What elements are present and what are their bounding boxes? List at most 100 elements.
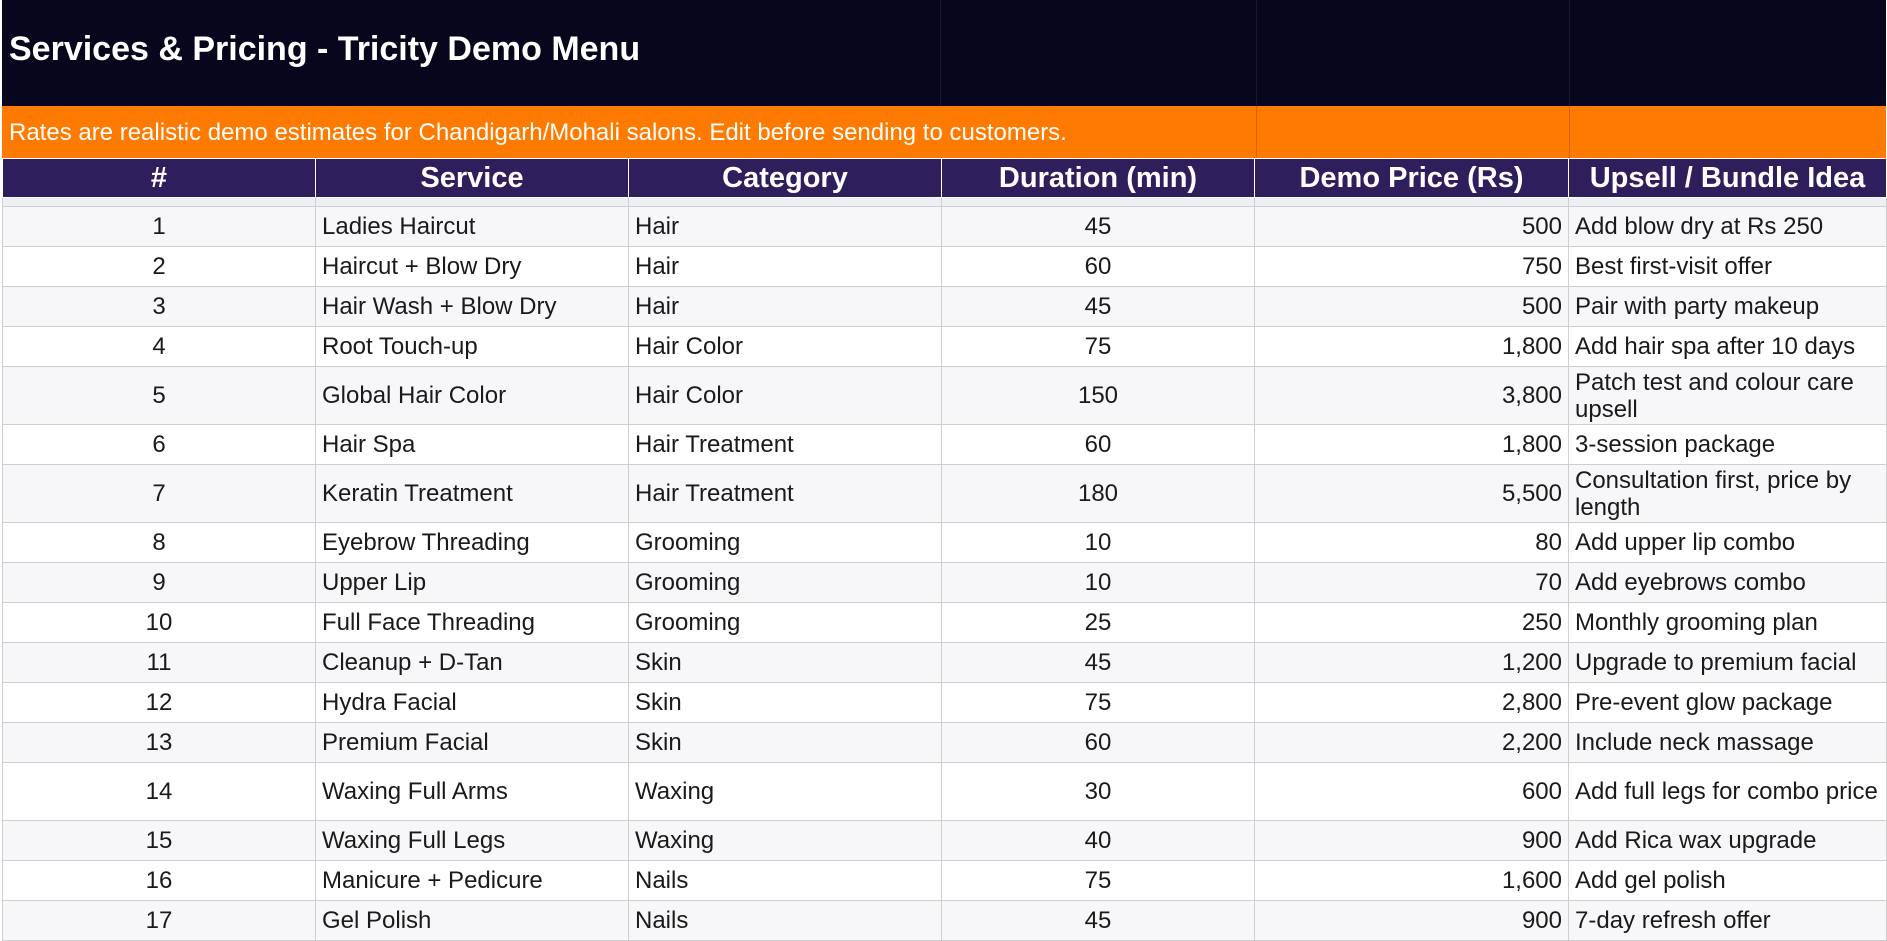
cell-service[interactable]: Eyebrow Threading (315, 522, 629, 563)
cell-service[interactable]: Ladies Haircut (315, 206, 629, 247)
cell-service[interactable]: Waxing Full Arms (315, 762, 629, 821)
cell-price[interactable]: 3,800 (1254, 366, 1569, 425)
column-header-duration[interactable]: Duration (min) (941, 158, 1255, 198)
cell-duration[interactable]: 60 (941, 246, 1255, 287)
cell-number[interactable]: 3 (2, 286, 316, 327)
cell-number[interactable]: 1 (2, 206, 316, 247)
cell-category[interactable]: Nails (628, 900, 942, 941)
cell-service[interactable]: Gel Polish (315, 900, 629, 941)
cell-number[interactable]: 14 (2, 762, 316, 821)
cell-upsell-idea[interactable]: Include neck massage (1568, 722, 1887, 763)
cell-duration[interactable]: 150 (941, 366, 1255, 425)
cell-duration[interactable]: 45 (941, 286, 1255, 327)
cell-service[interactable]: Root Touch-up (315, 326, 629, 367)
column-header-service[interactable]: Service (315, 158, 629, 198)
cell-price[interactable]: 2,800 (1254, 682, 1569, 723)
cell-upsell-idea[interactable]: Add upper lip combo (1568, 522, 1887, 563)
spacer-cell[interactable] (315, 197, 629, 207)
cell-upsell-idea[interactable]: Add eyebrows combo (1568, 562, 1887, 603)
cell-number[interactable]: 5 (2, 366, 316, 425)
cell-price[interactable]: 1,800 (1254, 424, 1569, 465)
cell-number[interactable]: 4 (2, 326, 316, 367)
cell-upsell-idea[interactable]: Upgrade to premium facial (1568, 642, 1887, 683)
cell-price[interactable]: 900 (1254, 900, 1569, 941)
cell-price[interactable]: 750 (1254, 246, 1569, 287)
cell-duration[interactable]: 10 (941, 522, 1255, 563)
cell-number[interactable]: 11 (2, 642, 316, 683)
spacer-cell[interactable] (2, 197, 316, 207)
cell-number[interactable]: 13 (2, 722, 316, 763)
cell-category[interactable]: Hair Treatment (628, 464, 942, 523)
cell-price[interactable]: 500 (1254, 206, 1569, 247)
cell-category[interactable]: Skin (628, 722, 942, 763)
cell-duration[interactable]: 75 (941, 326, 1255, 367)
cell-price[interactable]: 1,800 (1254, 326, 1569, 367)
cell-category[interactable]: Waxing (628, 762, 942, 821)
column-header-category[interactable]: Category (628, 158, 942, 198)
cell-duration[interactable]: 30 (941, 762, 1255, 821)
column-header-number[interactable]: # (2, 158, 316, 198)
cell-price[interactable]: 70 (1254, 562, 1569, 603)
cell-service[interactable]: Keratin Treatment (315, 464, 629, 523)
cell-category[interactable]: Hair (628, 206, 942, 247)
cell-price[interactable]: 250 (1254, 602, 1569, 643)
cell-service[interactable]: Haircut + Blow Dry (315, 246, 629, 287)
cell-price[interactable]: 2,200 (1254, 722, 1569, 763)
cell-price[interactable]: 500 (1254, 286, 1569, 327)
cell-number[interactable]: 2 (2, 246, 316, 287)
cell-category[interactable]: Skin (628, 642, 942, 683)
cell-service[interactable]: Cleanup + D-Tan (315, 642, 629, 683)
cell-category[interactable]: Grooming (628, 522, 942, 563)
cell-category[interactable]: Skin (628, 682, 942, 723)
cell-price[interactable]: 900 (1254, 820, 1569, 861)
spacer-cell[interactable] (628, 197, 942, 207)
cell-duration[interactable]: 10 (941, 562, 1255, 603)
cell-duration[interactable]: 60 (941, 722, 1255, 763)
cell-upsell-idea[interactable]: Add gel polish (1568, 860, 1887, 901)
cell-category[interactable]: Hair (628, 246, 942, 287)
cell-category[interactable]: Hair (628, 286, 942, 327)
cell-duration[interactable]: 75 (941, 682, 1255, 723)
cell-price[interactable]: 1,600 (1254, 860, 1569, 901)
cell-price[interactable]: 5,500 (1254, 464, 1569, 523)
cell-upsell-idea[interactable]: Patch test and colour care upsell (1568, 366, 1887, 425)
cell-price[interactable]: 80 (1254, 522, 1569, 563)
title-band[interactable]: Services & Pricing - Tricity Demo Menu (2, 0, 1886, 106)
cell-number[interactable]: 7 (2, 464, 316, 523)
cell-price[interactable]: 1,200 (1254, 642, 1569, 683)
cell-price[interactable]: 600 (1254, 762, 1569, 821)
cell-number[interactable]: 10 (2, 602, 316, 643)
cell-duration[interactable]: 75 (941, 860, 1255, 901)
cell-service[interactable]: Hydra Facial (315, 682, 629, 723)
cell-service[interactable]: Hair Wash + Blow Dry (315, 286, 629, 327)
cell-duration[interactable]: 45 (941, 206, 1255, 247)
cell-service[interactable]: Upper Lip (315, 562, 629, 603)
cell-category[interactable]: Hair Treatment (628, 424, 942, 465)
cell-upsell-idea[interactable]: 3-session package (1568, 424, 1887, 465)
cell-upsell-idea[interactable]: Add blow dry at Rs 250 (1568, 206, 1887, 247)
column-header-price[interactable]: Demo Price (Rs) (1254, 158, 1569, 198)
cell-service[interactable]: Waxing Full Legs (315, 820, 629, 861)
cell-service[interactable]: Global Hair Color (315, 366, 629, 425)
cell-category[interactable]: Grooming (628, 602, 942, 643)
cell-upsell-idea[interactable]: Pair with party makeup (1568, 286, 1887, 327)
spacer-cell[interactable] (941, 197, 1255, 207)
cell-upsell-idea[interactable]: Monthly grooming plan (1568, 602, 1887, 643)
cell-upsell-idea[interactable]: Consultation first, price by length (1568, 464, 1887, 523)
cell-service[interactable]: Manicure + Pedicure (315, 860, 629, 901)
cell-upsell-idea[interactable]: 7-day refresh offer (1568, 900, 1887, 941)
cell-duration[interactable]: 60 (941, 424, 1255, 465)
spacer-cell[interactable] (1568, 197, 1887, 207)
cell-number[interactable]: 17 (2, 900, 316, 941)
cell-category[interactable]: Nails (628, 860, 942, 901)
cell-category[interactable]: Grooming (628, 562, 942, 603)
cell-upsell-idea[interactable]: Add hair spa after 10 days (1568, 326, 1887, 367)
cell-upsell-idea[interactable]: Add full legs for combo price (1568, 762, 1887, 821)
cell-upsell-idea[interactable]: Add Rica wax upgrade (1568, 820, 1887, 861)
cell-category[interactable]: Hair Color (628, 366, 942, 425)
cell-duration[interactable]: 45 (941, 900, 1255, 941)
cell-duration[interactable]: 25 (941, 602, 1255, 643)
cell-duration[interactable]: 45 (941, 642, 1255, 683)
cell-upsell-idea[interactable]: Best first-visit offer (1568, 246, 1887, 287)
cell-upsell-idea[interactable]: Pre-event glow package (1568, 682, 1887, 723)
